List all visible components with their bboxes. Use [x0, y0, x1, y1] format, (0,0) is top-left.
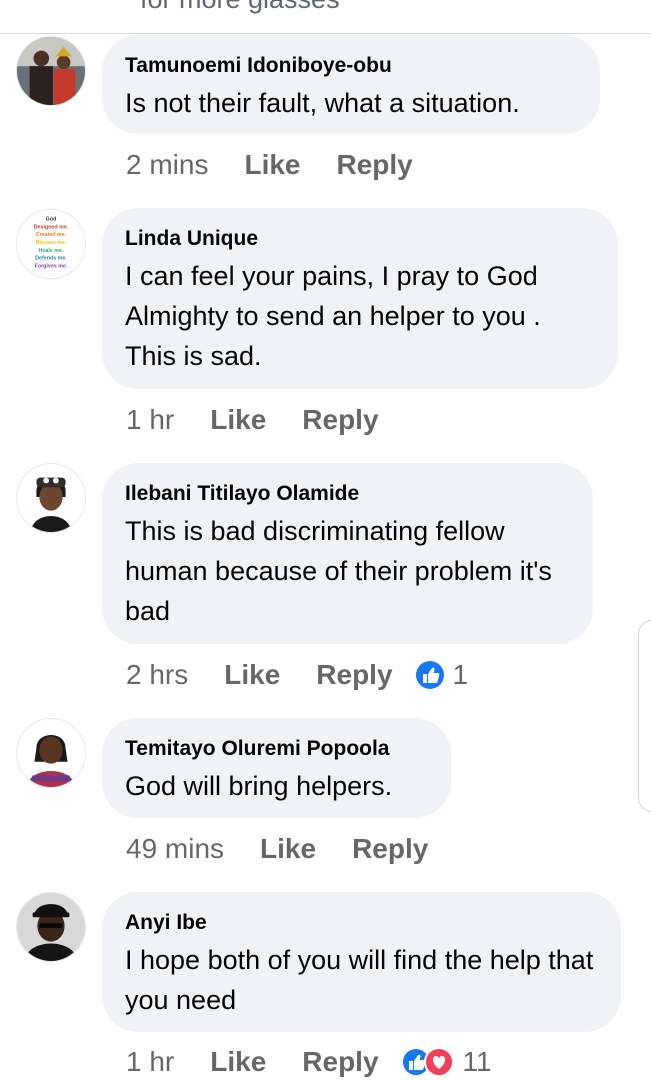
comment-text: This is bad discriminating fellow human …: [125, 516, 552, 626]
scroll-handle[interactable]: [638, 620, 651, 812]
comment-actions: 2 mins Like Reply: [126, 149, 449, 181]
avatar[interactable]: [16, 36, 86, 106]
previous-comment-cutoff: for more glasses: [0, 0, 651, 34]
avatar[interactable]: [16, 463, 86, 533]
comment-bubble: Ilebani Titilayo Olamide This is bad dis…: [102, 463, 593, 644]
comment-text: Is not their fault, what a situation.: [125, 88, 520, 118]
comment-bubble: Temitayo Oluremi Popoola God will bring …: [102, 718, 451, 818]
avatar[interactable]: God Designed me. Created me. Blesses me.…: [16, 209, 86, 279]
comment-bubble: Tamunoemi Idoniboye-obu Is not their fau…: [102, 35, 600, 134]
comment-time[interactable]: 49 mins: [126, 833, 224, 865]
comment-text: I can feel your pains, I pray to God Alm…: [125, 261, 541, 371]
avatar[interactable]: [16, 892, 86, 962]
like-button[interactable]: Like: [224, 659, 280, 691]
like-button[interactable]: Like: [210, 1046, 266, 1078]
avatar-text: Heals me.: [39, 248, 64, 254]
avatar[interactable]: [16, 718, 86, 788]
comment-bubble: Anyi Ibe I hope both of you will find th…: [102, 892, 621, 1032]
comment-author[interactable]: Temitayo Oluremi Popoola: [125, 737, 427, 761]
reply-button[interactable]: Reply: [316, 659, 392, 691]
reply-button[interactable]: Reply: [302, 404, 378, 436]
reply-button[interactable]: Reply: [302, 1046, 378, 1078]
comment-actions: 2 hrs Like Reply 1: [126, 659, 468, 691]
reaction-icons: [400, 1047, 454, 1077]
comment-bubble: Linda Unique I can feel your pains, I pr…: [102, 208, 618, 389]
avatar-text: Forgives me.: [35, 263, 68, 269]
comment-author[interactable]: Ilebani Titilayo Olamide: [125, 482, 569, 506]
comment-author[interactable]: Anyi Ibe: [125, 911, 597, 935]
comment-actions: 49 mins Like Reply: [126, 833, 464, 865]
avatar-text: Created me.: [36, 232, 67, 238]
like-icon: [415, 661, 444, 689]
comment-time[interactable]: 1 hr: [126, 404, 174, 436]
comment-actions: 1 hr Like Reply 11: [126, 1046, 492, 1078]
comment-time[interactable]: 1 hr: [126, 1046, 174, 1078]
like-button[interactable]: Like: [260, 833, 316, 865]
comment-author[interactable]: Tamunoemi Idoniboye-obu: [125, 54, 576, 78]
reaction-count: 1: [452, 659, 469, 690]
like-button[interactable]: Like: [210, 404, 266, 436]
reply-button[interactable]: Reply: [352, 833, 428, 865]
avatar-text: Blesses me.: [36, 240, 67, 246]
avatar-text: Defends me.: [35, 256, 67, 262]
comment-actions: 1 hr Like Reply: [126, 404, 415, 436]
like-button[interactable]: Like: [244, 149, 300, 181]
comment-text: God will bring helpers.: [125, 771, 393, 801]
reply-button[interactable]: Reply: [337, 149, 413, 181]
reactions-summary[interactable]: 11: [400, 1046, 492, 1078]
avatar-text: Designed me.: [34, 224, 69, 230]
love-icon: [423, 1047, 454, 1077]
comment-author[interactable]: Linda Unique: [125, 227, 594, 251]
avatar-text: God: [46, 217, 57, 223]
reactions-summary[interactable]: 1: [415, 659, 469, 691]
comment-text: I hope both of you will find the help th…: [125, 945, 594, 1015]
comment-time[interactable]: 2 hrs: [126, 659, 188, 691]
reaction-count: 11: [462, 1046, 492, 1077]
comment-time[interactable]: 2 mins: [126, 149, 208, 181]
